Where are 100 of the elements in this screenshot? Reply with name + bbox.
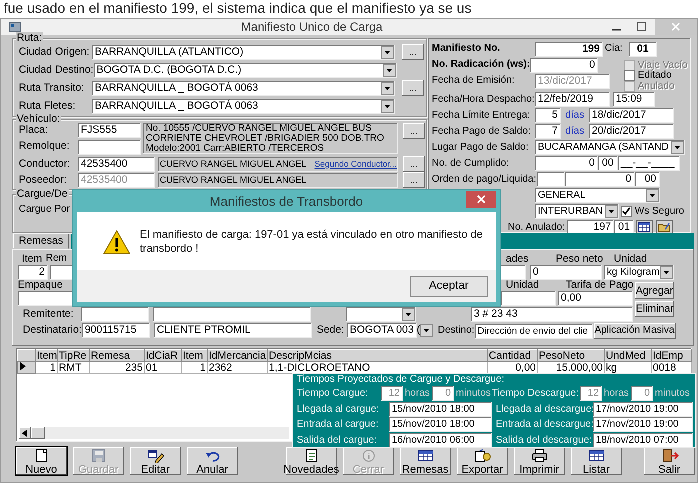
text-field[interactable] xyxy=(536,172,565,187)
field-label: Cia: xyxy=(605,42,624,56)
checkbox-label: Ws Seguro xyxy=(635,204,684,218)
date-field[interactable]: 20/dic/2017 xyxy=(589,124,674,139)
caret-icon xyxy=(381,46,394,58)
column-header[interactable]: DescripMcias xyxy=(268,350,488,362)
scroll-thumb[interactable] xyxy=(31,427,45,439)
time-field[interactable]: 15:09 xyxy=(613,92,655,107)
close-icon xyxy=(476,195,486,204)
date-field[interactable]: 15/nov/2010 18:00 xyxy=(389,402,492,417)
text-field[interactable] xyxy=(78,140,141,155)
close-icon xyxy=(671,22,681,32)
toolbar-button[interactable]: Nuevo xyxy=(16,447,67,475)
toolbar-button[interactable]: Salir xyxy=(644,447,695,475)
text-field[interactable]: 0,00 xyxy=(558,290,633,306)
bulk-apply-button[interactable]: Aplicación Masiva xyxy=(594,323,676,339)
date-field[interactable]: 12/feb/2019 xyxy=(535,92,610,107)
text-field[interactable]: 5 xyxy=(535,108,561,123)
text-field[interactable]: FJS555 xyxy=(78,123,141,138)
dropdown[interactable] xyxy=(346,306,416,322)
text-field[interactable]: 900115715 xyxy=(82,322,150,338)
dropdown[interactable]: kg Kilogram xyxy=(604,264,674,280)
browse-button[interactable]: ... xyxy=(402,80,424,96)
browse-button[interactable]: ... xyxy=(403,156,425,172)
dropdown[interactable]: BOGOTA D.C. (BOGOTA D.C.) xyxy=(94,62,397,78)
group-title: Cargue/De xyxy=(16,188,69,200)
second-driver-link[interactable]: Segundo Conductor... xyxy=(314,158,397,170)
field-label: Cargue Por xyxy=(19,204,70,215)
text-field[interactable]: 0 xyxy=(535,156,598,171)
text-field[interactable]: 01 xyxy=(629,42,657,56)
checkbox[interactable] xyxy=(624,70,635,82)
pencil-icon xyxy=(146,449,164,463)
unit-label: minutos xyxy=(654,388,690,400)
toolbar-button[interactable]: Editar xyxy=(130,447,181,475)
column-header[interactable]: IdEmp xyxy=(652,350,692,362)
text-field[interactable]: 2 xyxy=(18,264,48,280)
date-field[interactable]: __-__-____ xyxy=(618,156,680,171)
date-field[interactable]: 17/nov/2010 19:00 xyxy=(593,402,693,417)
column-header[interactable]: IdMercancia xyxy=(208,350,268,362)
dropdown[interactable]: GENERAL xyxy=(535,188,660,203)
text-field[interactable] xyxy=(81,306,149,322)
toolbar-button[interactable]: Novedades xyxy=(286,447,337,475)
field-label: No. Radicación (ws): xyxy=(432,58,530,72)
browse-button[interactable]: ... xyxy=(403,123,425,139)
tab[interactable]: Remesas xyxy=(13,233,70,249)
dropdown[interactable]: BARRANQUILLA _ BOGOTÁ 0063 xyxy=(92,80,395,96)
field-label: Ruta Transito: xyxy=(19,81,86,95)
column-header[interactable]: Item xyxy=(36,350,58,362)
text-field[interactable]: CLIENTE PTROMIL xyxy=(154,322,312,338)
add-button[interactable]: Agregar xyxy=(635,282,674,299)
text-field[interactable]: 0 xyxy=(564,172,635,187)
text-field[interactable]: 00 xyxy=(634,172,660,187)
caret-icon xyxy=(660,266,673,278)
column-header[interactable]: PesoNeto xyxy=(538,350,604,362)
ok-button[interactable]: Aceptar xyxy=(410,276,488,296)
text-field[interactable]: 7 xyxy=(535,124,561,139)
date-field[interactable]: 18/dic/2017 xyxy=(589,108,674,123)
column-header[interactable]: UndMed xyxy=(604,350,652,362)
date-field[interactable]: 15/nov/2010 18:00 xyxy=(389,417,492,432)
field-label: Poseedor: xyxy=(19,173,68,187)
checkbox[interactable] xyxy=(621,206,632,217)
date-field[interactable]: 18/nov/2010 07:00 xyxy=(593,432,693,448)
folder-icon[interactable] xyxy=(656,220,674,235)
date-field[interactable]: 16/nov/2010 06:00 xyxy=(389,432,492,448)
text-field[interactable]: 199 xyxy=(535,42,603,56)
column-header[interactable]: Remesa xyxy=(90,350,144,362)
scroll-left-button[interactable] xyxy=(19,427,31,439)
text-field[interactable]: 42535400 xyxy=(78,156,155,172)
close-button[interactable] xyxy=(466,191,496,208)
field-label: Fecha Límite Entrega: xyxy=(432,108,532,122)
field-label: Tiempo Descargue: xyxy=(492,388,580,400)
text-field[interactable]: Dirección de envio del clie xyxy=(474,324,593,338)
toolbar-button[interactable]: Anular xyxy=(187,447,238,475)
dropdown[interactable]: BARRANQUILLA _ BOGOTÁ 0063 xyxy=(92,98,395,114)
caret-icon xyxy=(381,100,394,112)
text-field[interactable] xyxy=(153,306,311,322)
column-header[interactable]: TipRe xyxy=(58,350,90,362)
toolbar-button[interactable]: Exportar xyxy=(457,447,508,475)
text-field[interactable] xyxy=(501,290,556,306)
date-field[interactable]: 17/nov/2010 19:00 xyxy=(593,417,693,432)
dropdown[interactable]: BARRANQUILLA (ATLANTICO) xyxy=(92,44,395,60)
group-title: Vehículo: xyxy=(16,113,62,125)
browse-button[interactable]: ... xyxy=(402,44,424,60)
checkbox-label: Editado xyxy=(638,70,672,82)
column-header[interactable]: IdCiaR xyxy=(144,350,182,362)
toolbar-button[interactable]: Remesas xyxy=(400,447,451,475)
field-label: Placa: xyxy=(19,123,50,137)
dropdown[interactable]: INTERURBAN xyxy=(535,204,619,219)
field-label: Tiempo Cargue: xyxy=(297,388,370,400)
delete-button[interactable]: Eliminar xyxy=(635,301,674,317)
text-field[interactable]: 3 # 23 43 xyxy=(471,306,633,322)
toolbar-button[interactable]: Listar xyxy=(571,447,622,475)
text-field[interactable]: 0 xyxy=(530,264,602,280)
column-header[interactable]: Item xyxy=(182,350,208,362)
column-header[interactable]: Cantidad xyxy=(488,350,538,362)
text-field[interactable]: 0 xyxy=(530,58,598,72)
text-field[interactable]: 00 xyxy=(598,156,618,171)
toolbar-button[interactable]: Imprimir xyxy=(514,447,565,475)
dropdown[interactable]: BUCARAMANGA (SANTAND xyxy=(535,140,685,155)
table-icon[interactable] xyxy=(636,220,654,235)
